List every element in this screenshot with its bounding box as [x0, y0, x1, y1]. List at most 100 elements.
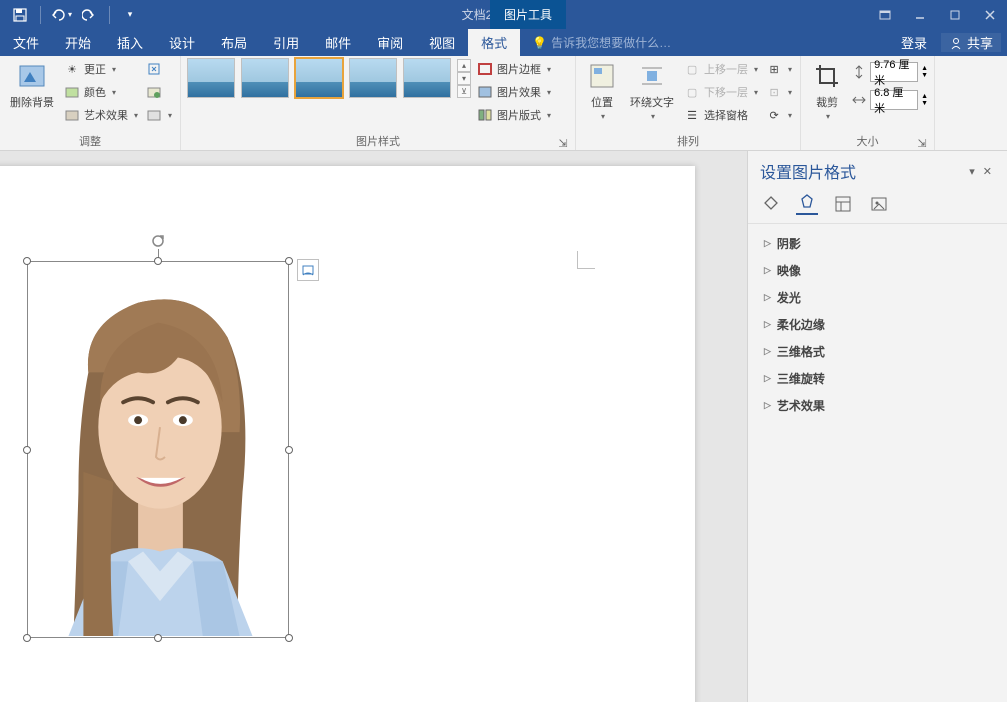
- selection-pane-button[interactable]: ☰选择窗格: [682, 104, 760, 126]
- tab-view[interactable]: 视图: [416, 29, 468, 56]
- ribbon-group-adjust: 删除背景 ☀更正▾ 颜色▾ 艺术效果▾ ▾ 调整: [0, 56, 181, 150]
- pane-item-3d-format[interactable]: ▷三维格式: [756, 338, 999, 365]
- width-input[interactable]: 6.8 厘米: [870, 90, 918, 110]
- resize-handle-bm[interactable]: [154, 634, 162, 642]
- gallery-scroll-up[interactable]: ▴: [457, 59, 471, 72]
- pane-item-soft-edges[interactable]: ▷柔化边缘: [756, 311, 999, 338]
- width-up[interactable]: ▲: [921, 93, 928, 100]
- wrap-text-button[interactable]: 环绕文字▾: [626, 58, 678, 123]
- group-label-arrange: 排列: [582, 134, 794, 150]
- height-down[interactable]: ▼: [921, 72, 928, 79]
- color-button[interactable]: 颜色▾: [62, 81, 140, 103]
- minimize-button[interactable]: [902, 0, 937, 29]
- color-icon: [64, 84, 80, 100]
- tab-mailings[interactable]: 邮件: [312, 29, 364, 56]
- height-up[interactable]: ▲: [921, 65, 928, 72]
- remove-background-icon: [16, 60, 48, 92]
- quick-access-toolbar: ▾ ▾: [0, 3, 142, 27]
- tab-layout[interactable]: 布局: [208, 29, 260, 56]
- change-picture-button[interactable]: [144, 81, 174, 103]
- pane-item-reflection[interactable]: ▷映像: [756, 257, 999, 284]
- rotate-handle[interactable]: [150, 233, 166, 249]
- group-icon: ⊡: [766, 84, 782, 100]
- group-label-adjust: 调整: [6, 134, 174, 150]
- tell-me-search[interactable]: 💡 告诉我您想要做什么…: [520, 29, 671, 56]
- pane-close-button[interactable]: ✕: [980, 165, 995, 178]
- tab-home[interactable]: 开始: [52, 29, 104, 56]
- ribbon: 删除背景 ☀更正▾ 颜色▾ 艺术效果▾ ▾ 调整: [0, 56, 1007, 151]
- qat-customize[interactable]: ▾: [118, 3, 142, 27]
- contextual-tab-picture-tools: 图片工具: [490, 0, 566, 29]
- resize-handle-bl[interactable]: [23, 634, 31, 642]
- tab-insert[interactable]: 插入: [104, 29, 156, 56]
- tab-review[interactable]: 审阅: [364, 29, 416, 56]
- forward-icon: ▢: [684, 61, 700, 77]
- crop-icon: [811, 60, 843, 92]
- undo-button[interactable]: ▾: [49, 3, 73, 27]
- height-input[interactable]: 9.76 厘米: [870, 62, 918, 82]
- picture-style-3[interactable]: [295, 58, 343, 98]
- expand-icon: ▷: [764, 346, 771, 357]
- gallery-scroll: ▴ ▾ ⊻: [457, 59, 471, 98]
- share-button[interactable]: 共享: [941, 33, 1001, 52]
- resize-handle-ml[interactable]: [23, 446, 31, 454]
- group-button[interactable]: ⊡▾: [764, 81, 794, 103]
- tab-format[interactable]: 格式: [468, 29, 520, 56]
- gallery-scroll-down[interactable]: ▾: [457, 72, 471, 85]
- crop-button[interactable]: 裁剪▾: [807, 58, 847, 123]
- maximize-button[interactable]: [937, 0, 972, 29]
- picture-style-2[interactable]: [241, 58, 289, 98]
- size-launcher[interactable]: ⇲: [916, 136, 928, 148]
- redo-button[interactable]: [77, 3, 101, 27]
- pane-item-glow[interactable]: ▷发光: [756, 284, 999, 311]
- gallery-more[interactable]: ⊻: [457, 85, 471, 98]
- reset-icon: [146, 107, 162, 123]
- picture-style-4[interactable]: [349, 58, 397, 98]
- change-picture-icon: [146, 84, 162, 100]
- picture-style-1[interactable]: [187, 58, 235, 98]
- align-button[interactable]: ⊞▾: [764, 58, 794, 80]
- pane-tab-effects[interactable]: [796, 193, 818, 215]
- pane-item-shadow[interactable]: ▷阴影: [756, 230, 999, 257]
- tab-design[interactable]: 设计: [156, 29, 208, 56]
- position-button[interactable]: 位置▾: [582, 58, 622, 123]
- width-down[interactable]: ▼: [921, 100, 928, 107]
- compress-pictures-button[interactable]: [144, 58, 174, 80]
- pane-tab-picture[interactable]: [868, 193, 890, 215]
- tab-references[interactable]: 引用: [260, 29, 312, 56]
- selected-image[interactable]: [27, 261, 289, 638]
- rotate-button[interactable]: ⟳▾: [764, 104, 794, 126]
- pane-tab-fill[interactable]: [760, 193, 782, 215]
- save-button[interactable]: [8, 3, 32, 27]
- picture-style-5[interactable]: [403, 58, 451, 98]
- pane-tab-layout[interactable]: [832, 193, 854, 215]
- resize-handle-tl[interactable]: [23, 257, 31, 265]
- tab-file[interactable]: 文件: [0, 29, 52, 56]
- selection-border: [27, 261, 289, 638]
- pane-item-artistic-effects[interactable]: ▷艺术效果: [756, 392, 999, 419]
- send-backward-button[interactable]: ▢下移一层▾: [682, 81, 760, 103]
- login-button[interactable]: 登录: [893, 33, 935, 52]
- pane-options[interactable]: ▾: [966, 165, 978, 178]
- pane-item-3d-rotation[interactable]: ▷三维旋转: [756, 365, 999, 392]
- resize-handle-tr[interactable]: [285, 257, 293, 265]
- picture-border-button[interactable]: 图片边框▾: [475, 58, 553, 80]
- close-button[interactable]: [972, 0, 1007, 29]
- artistic-effects-button[interactable]: 艺术效果▾: [62, 104, 140, 126]
- layout-options-button[interactable]: [297, 259, 319, 281]
- remove-background-button[interactable]: 删除背景: [6, 58, 58, 112]
- corrections-button[interactable]: ☀更正▾: [62, 58, 140, 80]
- resize-handle-br[interactable]: [285, 634, 293, 642]
- ribbon-group-picture-styles: ▴ ▾ ⊻ 图片边框▾ 图片效果▾ 图片版式▾ 图片样式⇲: [181, 56, 576, 150]
- reset-picture-button[interactable]: ▾: [144, 104, 174, 126]
- ribbon-display-options[interactable]: [867, 0, 902, 29]
- resize-handle-tm[interactable]: [154, 257, 162, 265]
- bring-forward-button[interactable]: ▢上移一层▾: [682, 58, 760, 80]
- picture-effects-button[interactable]: 图片效果▾: [475, 81, 553, 103]
- picture-layout-button[interactable]: 图片版式▾: [475, 104, 553, 126]
- styles-launcher[interactable]: ⇲: [557, 136, 569, 148]
- document-canvas[interactable]: [0, 151, 747, 702]
- expand-icon: ▷: [764, 400, 771, 411]
- resize-handle-mr[interactable]: [285, 446, 293, 454]
- format-picture-pane: 设置图片格式 ▾ ✕ ▷阴影 ▷映像 ▷发光 ▷柔化边缘 ▷三维格式 ▷三维旋转…: [747, 151, 1007, 702]
